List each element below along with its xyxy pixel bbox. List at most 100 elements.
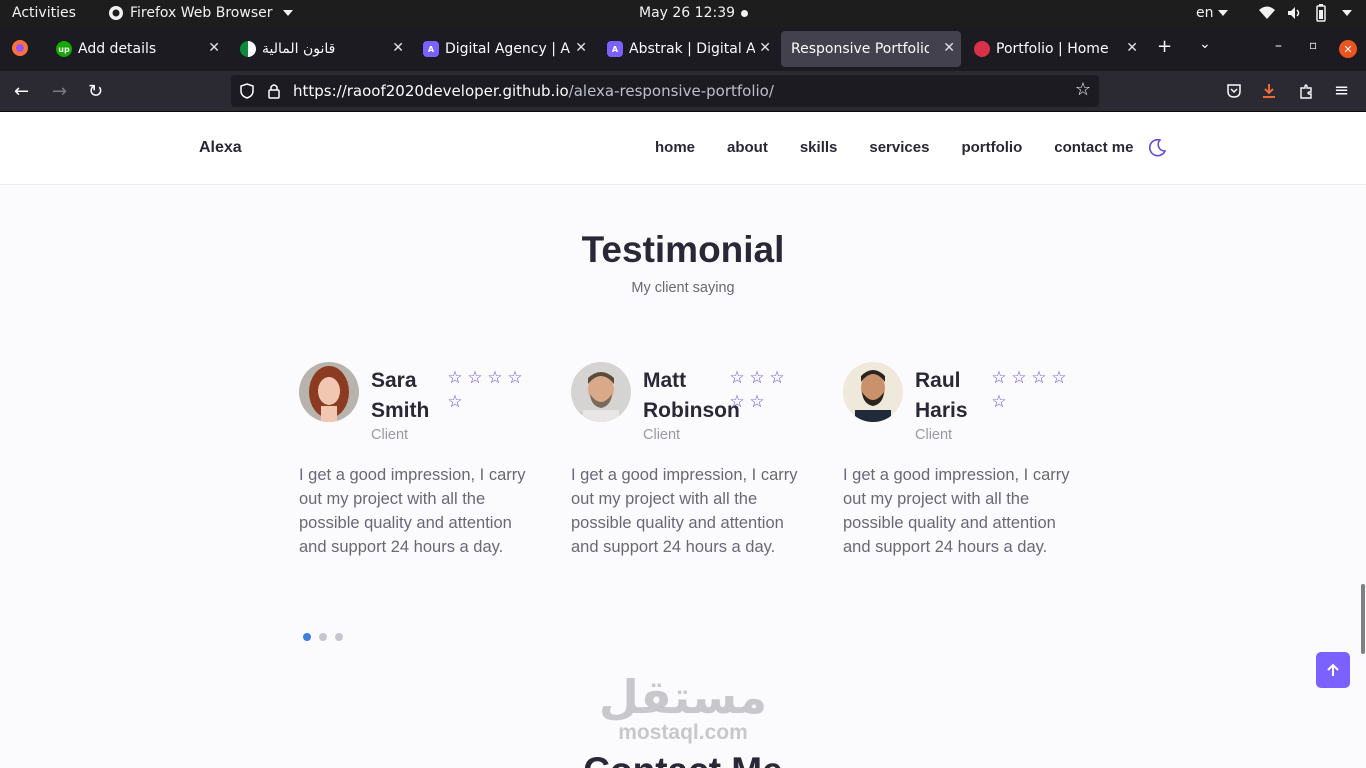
minimize-icon[interactable]: – (1275, 38, 1282, 54)
tab-add-details[interactable]: up Add details ✕ (46, 31, 226, 67)
avatar (843, 362, 903, 422)
shield-icon[interactable] (239, 83, 255, 99)
tab-strip: up Add details ✕ قانون المالية ✕ A Digit… (0, 27, 1366, 71)
star-icon: ☆ (729, 392, 745, 412)
url-path: /alexa-responsive-portfolio/ (568, 82, 774, 100)
watermark-latin: mostaql.com (618, 721, 748, 744)
section-subtitle: My client saying (631, 280, 735, 296)
close-icon[interactable]: ✕ (208, 40, 220, 56)
navigation-toolbar: ← → ↻ https://raoof2020developer.github.… (0, 71, 1366, 112)
close-icon[interactable]: ✕ (1126, 40, 1138, 56)
scroll-top-button[interactable] (1316, 652, 1350, 688)
language-label: en (1196, 5, 1214, 21)
tab-finance-law[interactable]: قانون المالية ✕ (230, 31, 410, 67)
web-page: Alexa home about skills services portfol… (0, 112, 1366, 768)
lock-icon[interactable] (267, 83, 281, 99)
app-menu[interactable]: Firefox Web Browser (108, 5, 293, 21)
tab-title: Responsive Portfolio W (791, 41, 929, 57)
close-icon[interactable]: ✕ (392, 40, 404, 56)
tab-portfolio-home[interactable]: Portfolio | Home ✕ (964, 31, 1144, 67)
abstrak-icon: A (607, 41, 623, 57)
portfolio-icon (974, 41, 990, 57)
url-bar[interactable]: https://raoof2020developer.github.io/ale… (231, 75, 1099, 107)
firefox-icon (109, 6, 123, 20)
close-icon[interactable]: ✕ (759, 40, 771, 56)
list-tabs-icon[interactable]: ⌄ (1199, 36, 1211, 52)
contact-section-title: Contact Me (0, 750, 1366, 768)
star-icon: ☆ (507, 368, 523, 388)
tab-responsive-portfolio[interactable]: Responsive Portfolio W ✕ (781, 31, 961, 67)
tab-digital-agency[interactable]: A Digital Agency | Ab ✕ (413, 31, 593, 67)
star-icon: ☆ (467, 368, 483, 388)
algeria-flag-icon (240, 41, 256, 57)
pocket-icon[interactable] (1226, 83, 1242, 99)
bookmark-star-icon[interactable]: ☆ (1075, 79, 1091, 100)
star-icon: ☆ (729, 368, 745, 388)
nav-skills[interactable]: skills (800, 139, 838, 156)
gnome-top-bar: Activities Firefox Web Browser May 26 12… (0, 0, 1366, 27)
tab-title: Add details (78, 41, 157, 57)
pagination-dot[interactable] (303, 633, 311, 641)
section-title: Testimonial (581, 229, 785, 270)
clock[interactable]: May 26 12:39 (639, 5, 735, 21)
nav-home[interactable]: home (655, 139, 695, 156)
wifi-icon (1259, 6, 1275, 19)
pagination-dot[interactable] (335, 633, 343, 641)
arrow-up-icon (1327, 663, 1339, 676)
nav-contact-me[interactable]: contact me (1054, 139, 1133, 156)
close-icon[interactable]: ✕ (943, 40, 955, 56)
star-icon: ☆ (1051, 368, 1067, 388)
site-header: Alexa home about skills services portfol… (0, 112, 1366, 185)
nav-services[interactable]: services (869, 139, 929, 156)
forward-icon[interactable]: → (52, 81, 67, 102)
url-host: https://raoof2020developer.github.io (293, 82, 569, 100)
star-icon: ☆ (1031, 368, 1047, 388)
tab-abstrak[interactable]: A Abstrak | Digital Ag ✕ (597, 31, 777, 67)
language-indicator[interactable]: en (1196, 5, 1228, 21)
site-nav: home about skills services portfolio con… (655, 139, 1165, 156)
reload-icon[interactable]: ↻ (88, 81, 103, 102)
tab-title: Abstrak | Digital Ag (629, 41, 755, 57)
mostaql-watermark: مستقل mostaql.com (583, 672, 783, 744)
tab-title: Digital Agency | Ab (445, 41, 571, 57)
maximize-icon[interactable]: ▫ (1309, 38, 1317, 52)
volume-icon (1288, 7, 1300, 19)
notification-dot-icon (741, 10, 748, 17)
star-icon: ☆ (487, 368, 503, 388)
rating-stars: ☆ ☆ ☆ ☆ ☆ (445, 366, 529, 414)
download-icon[interactable] (1261, 83, 1277, 99)
upwork-icon: up (56, 41, 72, 57)
site-logo[interactable]: Alexa (199, 139, 242, 157)
new-tab-icon[interactable]: + (1157, 36, 1172, 57)
chevron-down-icon (1217, 10, 1228, 16)
nav-portfolio[interactable]: portfolio (961, 139, 1022, 156)
back-icon[interactable]: ← (14, 81, 29, 102)
firefox-view-icon[interactable] (11, 39, 29, 57)
menu-icon[interactable]: ≡ (1334, 80, 1349, 101)
pagination-dot[interactable] (319, 633, 327, 641)
client-role: Client (371, 427, 409, 443)
star-icon: ☆ (447, 368, 463, 388)
watermark-arabic: مستقل (598, 670, 768, 724)
moon-icon[interactable] (1147, 138, 1167, 158)
star-icon: ☆ (1011, 368, 1027, 388)
chevron-down-icon (1342, 10, 1352, 16)
star-icon: ☆ (749, 392, 765, 412)
system-tray[interactable] (1258, 4, 1352, 22)
avatar (299, 362, 359, 422)
extensions-icon[interactable] (1298, 83, 1314, 99)
tab-title: Portfolio | Home (996, 41, 1109, 57)
battery-icon (1316, 4, 1326, 22)
client-role: Client (915, 427, 953, 443)
nav-about[interactable]: about (727, 139, 768, 156)
abstrak-icon: A (423, 41, 439, 57)
close-window-icon[interactable]: ✕ (1339, 40, 1357, 58)
activities-button[interactable]: Activities (12, 5, 76, 21)
close-icon[interactable]: ✕ (575, 40, 587, 56)
url-text: https://raoof2020developer.github.io/ale… (293, 82, 774, 100)
avatar (571, 362, 631, 422)
page-scrollbar[interactable] (1361, 584, 1365, 654)
star-icon: ☆ (991, 392, 1007, 412)
rating-stars: ☆ ☆ ☆ ☆ ☆ (989, 366, 1073, 414)
testimonial-text: I get a good impression, I carry out my … (571, 466, 798, 556)
